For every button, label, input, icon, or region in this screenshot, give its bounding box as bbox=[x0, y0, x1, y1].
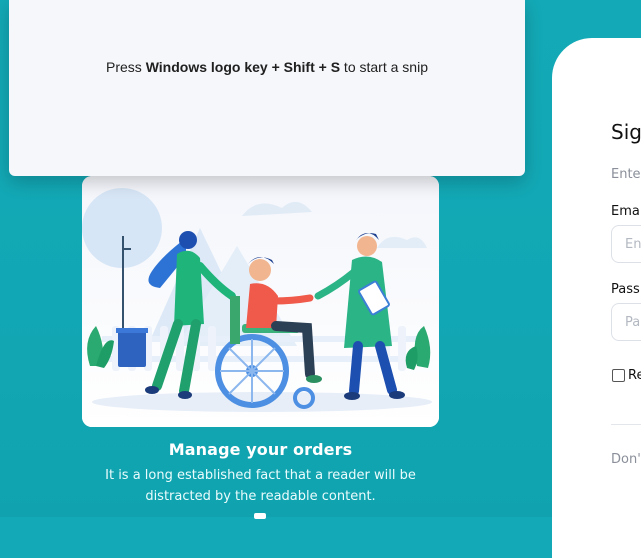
divider bbox=[611, 424, 641, 425]
password-label: Pass bbox=[611, 282, 640, 297]
email-field[interactable] bbox=[611, 225, 641, 263]
snip-overlay: Press Windows logo key + Shift + S to st… bbox=[9, 0, 525, 176]
snip-prefix: Press bbox=[106, 59, 146, 75]
hero-description: It is a long established fact that a rea… bbox=[105, 468, 416, 504]
remember-label: Re bbox=[628, 368, 641, 383]
remember-checkbox[interactable] bbox=[612, 369, 625, 382]
illustration-card bbox=[82, 176, 439, 427]
password-field[interactable] bbox=[611, 303, 641, 341]
signup-prompt: Don' bbox=[611, 452, 641, 467]
signin-panel bbox=[552, 38, 641, 558]
snip-instruction: Press Windows logo key + Shift + S to st… bbox=[9, 59, 525, 75]
healthcare-illustration bbox=[82, 176, 439, 427]
signin-title: Sig bbox=[611, 120, 641, 144]
hero-title: Manage your orders bbox=[168, 440, 353, 459]
carousel-indicator[interactable] bbox=[254, 513, 266, 519]
snip-suffix: to start a snip bbox=[340, 59, 428, 75]
signin-subtitle: Enter bbox=[611, 167, 641, 182]
snip-keys: Windows logo key + Shift + S bbox=[145, 59, 341, 75]
email-label: Ema bbox=[611, 204, 640, 219]
remember-me[interactable]: Re bbox=[612, 368, 641, 383]
